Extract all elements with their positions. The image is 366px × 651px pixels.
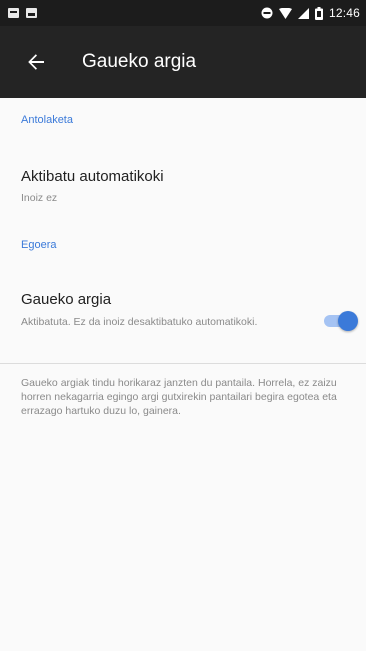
battery-icon bbox=[314, 6, 323, 20]
night-light-summary: Aktibatuta. Ez da inoiz desaktibatuko au… bbox=[21, 316, 258, 328]
notification-icon bbox=[8, 8, 19, 18]
switch-thumb bbox=[338, 311, 358, 331]
wifi-icon bbox=[278, 7, 292, 19]
section-header-status: Egoera bbox=[21, 239, 57, 251]
signal-icon bbox=[297, 7, 309, 19]
night-light-switch[interactable] bbox=[322, 311, 358, 331]
do-not-disturb-icon bbox=[261, 7, 273, 19]
app-bar: Gaueko argia bbox=[0, 26, 366, 98]
clock: 12:46 bbox=[328, 6, 360, 20]
night-light-title: Gaueko argia bbox=[21, 291, 112, 308]
image-notification-icon bbox=[26, 8, 37, 18]
arrow-back-icon bbox=[28, 54, 44, 70]
back-button[interactable] bbox=[8, 34, 64, 90]
page-title: Gaueko argia bbox=[82, 51, 197, 72]
section-header-settings: Antolaketa bbox=[21, 114, 73, 126]
auto-activate-summary: Inoiz ez bbox=[21, 192, 58, 204]
status-bar: 12:46 bbox=[0, 0, 366, 26]
divider bbox=[0, 363, 366, 364]
footer-description: Gaueko argiak tindu horikaraz janzten du… bbox=[21, 377, 337, 417]
auto-activate-title: Aktibatu automatikoki bbox=[21, 168, 164, 185]
